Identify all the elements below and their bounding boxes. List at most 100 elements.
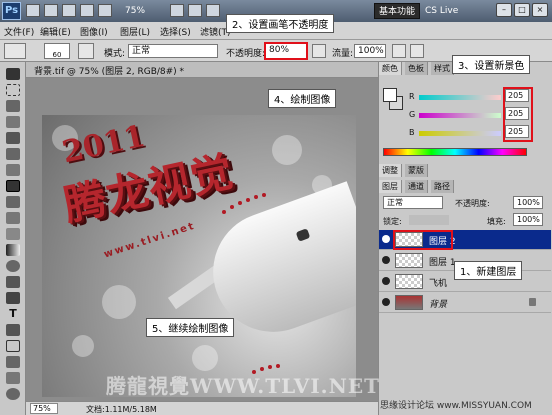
bokeh-circle (192, 345, 218, 371)
eye-icon[interactable] (382, 298, 390, 306)
screen-mode-icon[interactable] (206, 4, 220, 17)
mode-select[interactable]: 正常 (128, 44, 218, 58)
layer-name: 图层 1 (429, 258, 456, 268)
clone-stamp-tool-icon[interactable] (6, 196, 20, 208)
flow-input[interactable]: 100% (354, 44, 386, 58)
history-brush-tool-icon[interactable] (6, 212, 20, 224)
tab-channels[interactable]: 通道 (405, 180, 428, 193)
quick-select-tool-icon[interactable] (6, 116, 20, 128)
3d-rotate-tool-icon[interactable] (6, 356, 20, 368)
document-title: 背景.tif @ 75% (图层 2, RGB/8#) * (34, 67, 185, 77)
lock-icon (529, 298, 536, 306)
eye-icon[interactable] (382, 256, 390, 264)
opacity-input[interactable]: 80% (264, 42, 308, 60)
site-watermark: 思缘设计论坛 www.MISSYUAN.COM (380, 401, 532, 411)
canvas-area[interactable]: 2011 腾龙视觉 www.tlvi.net (26, 78, 378, 401)
foreground-color-swatch[interactable] (383, 88, 397, 102)
eyedropper-tool-icon[interactable] (6, 148, 20, 160)
callout-step3: 3、设置新景色 (452, 55, 531, 74)
document-canvas[interactable]: 2011 腾龙视觉 www.tlvi.net (42, 115, 356, 397)
close-icon[interactable]: × (532, 3, 548, 17)
minibridge-icon[interactable] (44, 4, 58, 17)
menu-file[interactable]: 文件(F) (4, 25, 34, 38)
status-zoom-field[interactable]: 75% (30, 403, 58, 414)
brush-panel-icon[interactable] (78, 43, 94, 59)
layer-name: 飞机 (429, 279, 448, 289)
cs-live-button[interactable]: CS Live (425, 3, 475, 19)
g-label: G (409, 110, 416, 119)
tab-masks[interactable]: 蒙版 (405, 164, 428, 177)
brush-tool-icon[interactable] (6, 180, 20, 192)
zoom-level[interactable]: 75% (125, 4, 167, 18)
tab-adjustments[interactable]: 调整 (379, 164, 402, 177)
grid-icon[interactable] (62, 4, 76, 17)
g-slider[interactable] (419, 113, 501, 118)
layer-thumbnail (395, 295, 423, 310)
pen-tool-icon[interactable] (6, 292, 20, 304)
bridge-icon[interactable] (26, 4, 40, 17)
minimize-icon[interactable]: – (496, 3, 512, 17)
healing-brush-tool-icon[interactable] (6, 164, 20, 176)
brush-tool-preset-icon[interactable] (4, 43, 26, 59)
b-slider[interactable] (419, 131, 501, 136)
move-tool-icon[interactable] (6, 68, 20, 80)
eraser-tool-icon[interactable] (6, 228, 20, 240)
layer-thumbnail (395, 274, 423, 289)
tab-paths[interactable]: 路径 (431, 180, 454, 193)
eye-icon[interactable] (382, 235, 390, 243)
status-bar: 75% 文档:1.11M/5.18M (26, 401, 378, 415)
red-dot (230, 205, 234, 209)
dodge-tool-icon[interactable] (6, 276, 20, 288)
layer-row-background[interactable]: 背景 (379, 293, 551, 313)
red-dot (254, 195, 258, 199)
zoom-tool-icon-2[interactable] (6, 388, 20, 400)
airbrush-opacity-icon[interactable] (312, 44, 326, 58)
hand-tool-icon[interactable] (6, 372, 20, 384)
crop-tool-icon[interactable] (6, 132, 20, 144)
r-label: R (409, 92, 415, 101)
fill-input[interactable]: 100% (513, 213, 543, 226)
lasso-tool-icon[interactable] (6, 100, 20, 112)
bokeh-circle (72, 335, 94, 357)
gradient-tool-icon[interactable] (6, 244, 20, 256)
document-tab[interactable]: 背景.tif @ 75% (图层 2, RGB/8#) * (26, 62, 382, 78)
color-spectrum[interactable] (383, 148, 527, 156)
menu-select[interactable]: 选择(S) (160, 25, 191, 38)
rgb-highlight-box (503, 87, 533, 142)
brush-size-picker[interactable]: 60 (44, 43, 70, 59)
tab-styles[interactable]: 样式 (431, 62, 454, 75)
tab-color[interactable]: 颜色 (379, 62, 402, 75)
rotate-view-icon[interactable] (170, 4, 184, 17)
shape-tool-icon[interactable] (6, 340, 20, 352)
hand-icon[interactable] (80, 4, 94, 17)
arrange-documents-icon[interactable] (188, 4, 202, 17)
layer-opacity-label: 不透明度: (455, 199, 490, 208)
callout-step1: 1、新建图层 (454, 261, 523, 280)
watermark: 腾龍視覺WWW.TLVI.NET (106, 374, 381, 398)
layer-thumbnail (395, 253, 423, 268)
zoom-tool-icon[interactable] (98, 4, 112, 17)
tab-layers[interactable]: 图层 (379, 180, 402, 193)
marquee-tool-icon[interactable] (6, 84, 20, 96)
bokeh-circle (272, 135, 302, 165)
layer-opacity-input[interactable]: 100% (513, 196, 543, 209)
path-selection-tool-icon[interactable] (6, 324, 20, 336)
airbrush-icon[interactable] (392, 44, 406, 58)
type-tool-icon[interactable]: T (6, 308, 20, 320)
r-slider[interactable] (419, 95, 501, 100)
eye-icon[interactable] (382, 277, 390, 285)
workspace-button[interactable]: 基本功能 (374, 3, 420, 19)
menu-image[interactable]: 图像(I) (80, 25, 108, 38)
lock-icons[interactable] (409, 215, 449, 225)
brush-size-value: 60 (52, 51, 62, 59)
tab-swatches[interactable]: 色板 (405, 62, 428, 75)
red-dot (268, 365, 272, 369)
menu-layer[interactable]: 图层(L) (120, 25, 150, 38)
tablet-pressure-icon[interactable] (410, 44, 424, 58)
layer-row-layer2[interactable]: 图层 2 (379, 230, 551, 250)
blend-mode-select[interactable]: 正常 (383, 196, 443, 209)
color-panel: 颜色 色板 样式 R 205 G 205 B 205 (379, 62, 552, 162)
blur-tool-icon[interactable] (6, 260, 20, 272)
maximize-icon[interactable]: □ (514, 3, 530, 17)
menu-edit[interactable]: 编辑(E) (40, 25, 71, 38)
